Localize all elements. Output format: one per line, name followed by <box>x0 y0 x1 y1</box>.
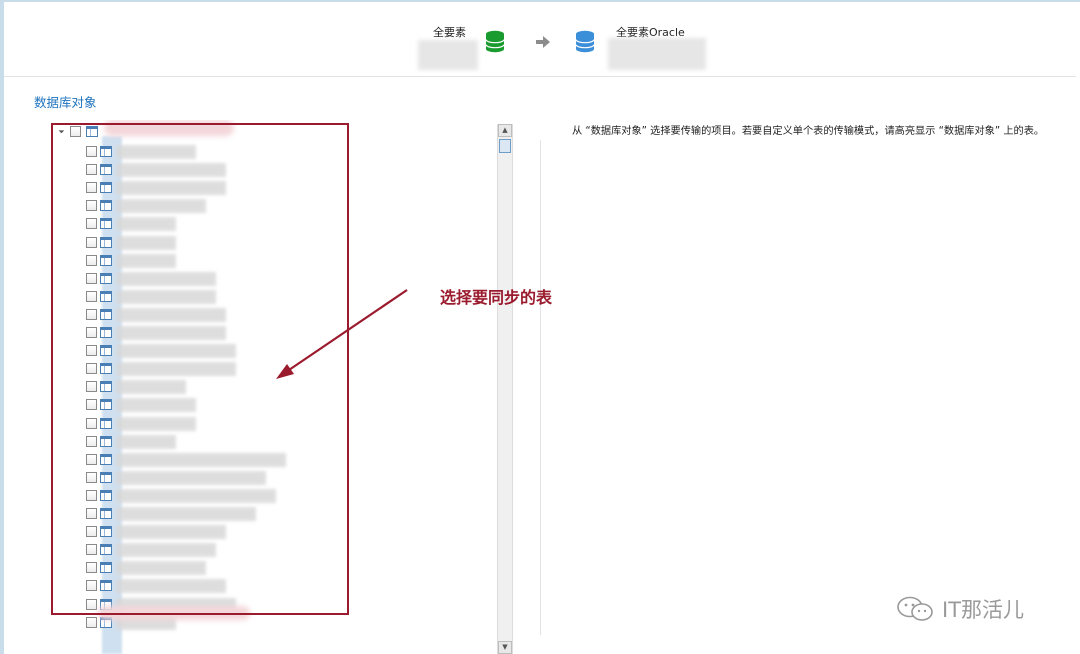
source-database-icon <box>485 30 505 53</box>
watermark-text: IT那活儿 <box>942 598 1025 622</box>
table-checkbox[interactable] <box>86 616 97 628</box>
transfer-header: 全要素 全要素Oracle <box>4 2 1076 77</box>
tree-scrollbar[interactable]: ▲ ▼ <box>497 124 513 654</box>
transfer-window: 全要素 全要素Oracle 数据库对象 ▲ ▼ 从 “数据库对象” 选择要传输的… <box>0 0 1080 654</box>
scroll-thumb[interactable] <box>499 139 511 153</box>
arrow-right-icon <box>536 36 550 48</box>
scroll-down-button[interactable]: ▼ <box>498 641 512 654</box>
panel-divider <box>540 140 541 635</box>
source-connection-detail-redacted <box>418 40 478 70</box>
target-connection-detail-redacted <box>608 38 706 70</box>
target-database-icon <box>575 30 595 53</box>
annotation-label: 选择要同步的表 <box>440 288 553 307</box>
database-objects-title: 数据库对象 <box>34 95 97 110</box>
window-left-border <box>0 0 4 654</box>
watermark: IT那活儿 <box>896 594 1066 622</box>
highlight-box <box>51 123 349 615</box>
scroll-up-button[interactable]: ▲ <box>498 124 512 137</box>
source-connection-label: 全要素 <box>433 26 466 39</box>
transfer-description: 从 “数据库对象” 选择要传输的项目。若要自定义单个表的传输模式，请高亮显示 “… <box>572 126 1045 137</box>
wechat-icon <box>897 596 933 621</box>
